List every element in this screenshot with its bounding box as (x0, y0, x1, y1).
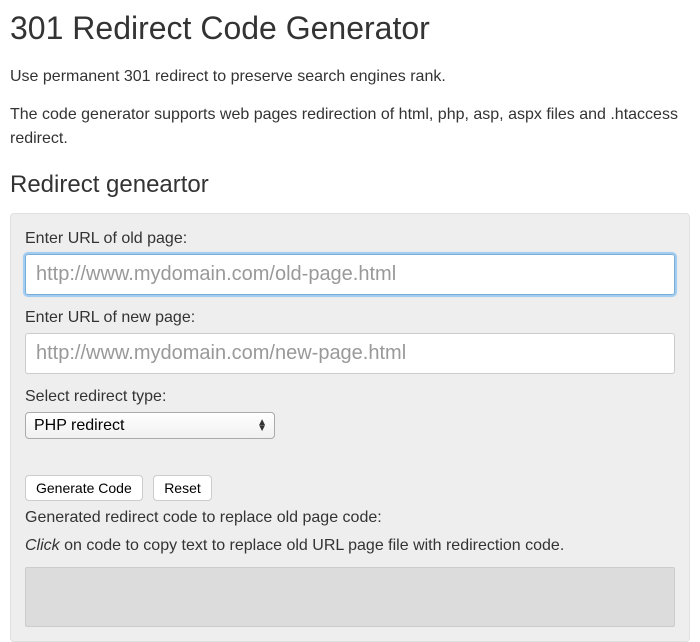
old-url-label: Enter URL of old page: (25, 230, 675, 248)
reset-button[interactable]: Reset (153, 475, 212, 501)
click-hint-em: Click (25, 537, 60, 554)
generator-form-panel: Enter URL of old page: Enter URL of new … (10, 213, 690, 642)
click-hint-text: Click on code to copy text to replace ol… (25, 537, 675, 555)
generated-code-output[interactable] (25, 567, 675, 627)
redirect-type-select[interactable]: PHP redirect (25, 412, 275, 439)
generated-code-label: Generated redirect code to replace old p… (25, 509, 675, 527)
redirect-type-label: Select redirect type: (25, 388, 675, 406)
intro-paragraph-2: The code generator supports web pages re… (10, 103, 690, 151)
page-title: 301 Redirect Code Generator (10, 10, 690, 47)
new-url-label: Enter URL of new page: (25, 309, 675, 327)
section-heading: Redirect geneartor (10, 171, 690, 199)
intro-paragraph-1: Use permanent 301 redirect to preserve s… (10, 65, 690, 89)
click-hint-rest: on code to copy text to replace old URL … (60, 537, 565, 554)
new-url-input[interactable] (25, 333, 675, 374)
old-url-input[interactable] (25, 254, 675, 295)
generate-code-button[interactable]: Generate Code (25, 475, 143, 501)
